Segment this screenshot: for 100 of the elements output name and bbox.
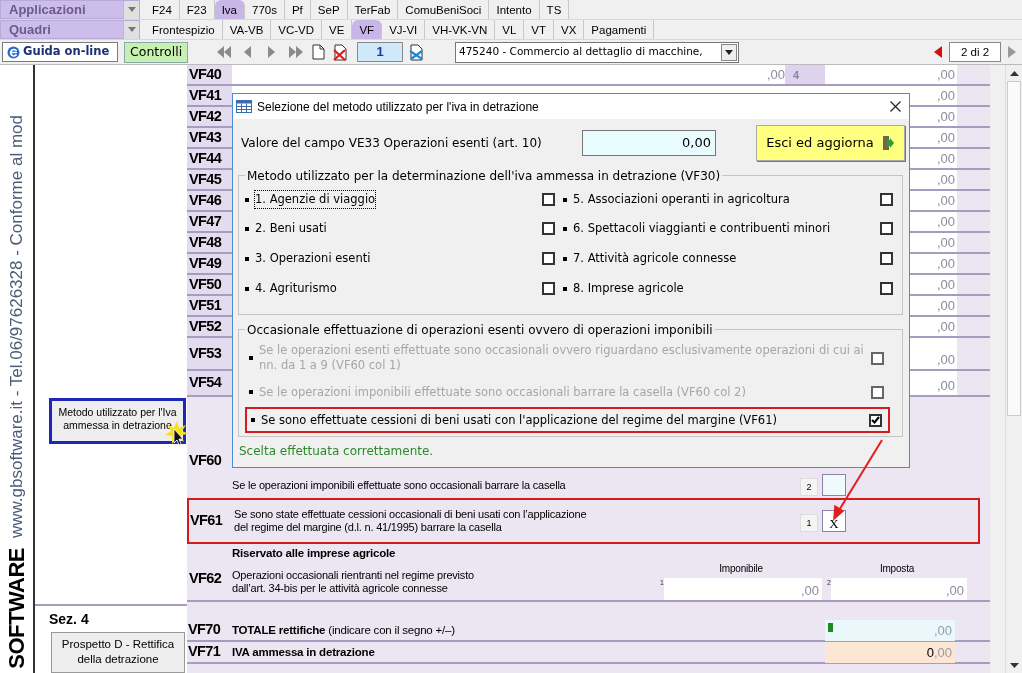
- bullet: [249, 390, 253, 394]
- section-dropdown[interactable]: Quadri: [0, 20, 140, 39]
- tab[interactable]: VC-VD: [271, 20, 323, 39]
- exit-button[interactable]: Esci ed aggiorna: [756, 125, 905, 161]
- field-label: Valore del campo VE33 Operazioni esenti (art. 10): [241, 135, 542, 152]
- row-label: VF70: [187, 620, 222, 640]
- row-description: IVA ammessa in detrazione: [232, 645, 376, 659]
- tab[interactable]: Frontespizio: [145, 20, 223, 39]
- row-label: VF53: [188, 343, 222, 363]
- activity-dropdown[interactable]: 475240 - Commercio al dettaglio di macchine,: [455, 41, 739, 63]
- field-number: 4: [785, 65, 825, 84]
- row-label: VF46: [188, 190, 222, 210]
- scroll-up-icon[interactable]: [1009, 70, 1019, 76]
- checkbox[interactable]: [880, 252, 893, 265]
- row-label: VF43: [188, 127, 222, 147]
- option-label: 5. Associazioni operanti in agricoltura: [573, 190, 791, 208]
- row-label: VF48: [188, 232, 222, 252]
- tab[interactable]: VJ-VI: [382, 20, 426, 39]
- checkbox[interactable]: [880, 193, 893, 206]
- option-label: 1. Agenzie di viaggio: [255, 190, 376, 209]
- tab[interactable]: TS: [539, 0, 570, 19]
- tab[interactable]: Pagamenti: [584, 20, 655, 39]
- ve33-field[interactable]: 0,00: [582, 130, 716, 156]
- row-description: Se sono state effettuate cessioni occasionali di beni usati con l’applicazione del regime del margine (d.l. n. 41/1995) barrare la casella: [234, 508, 588, 534]
- tab[interactable]: VX: [554, 20, 585, 39]
- column-header: Imponibile: [718, 562, 764, 575]
- exit-door-icon: [881, 135, 895, 151]
- option-label: 2. Beni usati: [255, 219, 328, 237]
- page-arrow-icon[interactable]: [409, 43, 425, 61]
- row-label: VF45: [188, 169, 222, 189]
- checkbox[interactable]: [880, 282, 893, 295]
- bullet: [563, 226, 567, 231]
- group-label: Metodo utilizzato per la determinazione dell'iva ammessa in detrazione (VF30): [245, 167, 723, 185]
- website-text: www.gbsoftware.it - Tel.06/97626328 - Conforme al mod: [5, 115, 27, 539]
- row-label: VF47: [188, 211, 222, 231]
- tab[interactable]: VL: [495, 20, 525, 39]
- row-label: VF71: [187, 642, 222, 662]
- row-label: VF42: [188, 106, 222, 126]
- last-page-icon[interactable]: [288, 45, 304, 59]
- checkbox[interactable]: [542, 193, 555, 206]
- first-page-icon[interactable]: [216, 45, 232, 59]
- bullet: [245, 256, 249, 261]
- dropdown-arrow-icon[interactable]: [725, 49, 733, 55]
- tab[interactable]: ComuBeniSoci: [398, 0, 490, 19]
- row-label: VF62: [188, 569, 223, 589]
- checkbox[interactable]: [542, 222, 555, 235]
- section-heading: Riservato alle imprese agricole: [232, 547, 397, 560]
- tab[interactable]: Iva: [214, 0, 245, 19]
- scrollbar[interactable]: [1005, 65, 1022, 673]
- option-label: Se le operazioni esenti effettuate sono occasionali ovvero riguardano esclusivamente operazioni di cui ai nn. da 1 a 9 (VF60 col 1): [259, 343, 865, 373]
- new-page-icon[interactable]: [312, 44, 325, 60]
- field-number: 2: [800, 478, 818, 496]
- tab[interactable]: VF: [352, 20, 383, 39]
- checkbox[interactable]: [542, 252, 555, 265]
- group-label: Occasionale effettuazione di operazioni esenti ovvero di operazioni imponibili: [245, 321, 715, 339]
- decimal-suffix: ,00: [933, 622, 952, 640]
- row-label: VF49: [188, 253, 222, 273]
- method-button[interactable]: Metodo utilizzato per l'Iva ammessa in detrazione: [49, 398, 186, 444]
- bullet: [245, 197, 249, 202]
- column-header: Imposta: [878, 562, 916, 575]
- page-count-field: 2 di 2: [949, 42, 1001, 62]
- tab[interactable]: F24: [145, 0, 180, 19]
- bullet: [249, 356, 253, 360]
- tab[interactable]: 770s: [245, 0, 285, 19]
- check-button[interactable]: Controlli: [124, 41, 188, 63]
- previous-form-icon[interactable]: [933, 45, 943, 59]
- help-button[interactable]: Guida on-line: [2, 42, 118, 62]
- tab[interactable]: TerFab: [347, 0, 399, 19]
- checkbox[interactable]: [869, 413, 882, 427]
- checkbox[interactable]: [880, 222, 893, 235]
- page-number-field[interactable]: 1: [357, 42, 403, 62]
- checkbox[interactable]: [542, 282, 555, 295]
- bullet: [563, 256, 567, 261]
- row-label: VF61: [189, 511, 224, 531]
- scroll-down-icon[interactable]: [1009, 662, 1019, 668]
- row-description: TOTALE rettifiche (indicare con il segno +/–): [232, 623, 456, 637]
- tab[interactable]: VT: [524, 20, 554, 39]
- tab[interactable]: SeP: [310, 0, 348, 19]
- close-icon[interactable]: [890, 101, 901, 112]
- row-label: VF41: [188, 85, 222, 105]
- tab[interactable]: VA-VB: [222, 20, 272, 39]
- option-label: 4. Agriturismo: [255, 279, 338, 297]
- row-label: VF50: [188, 274, 222, 294]
- checkbox-field[interactable]: [822, 474, 846, 496]
- delete-page-icon[interactable]: [333, 43, 349, 61]
- tab[interactable]: F23: [179, 0, 215, 19]
- field-number: 1: [800, 514, 818, 532]
- option-label: 3. Operazioni esenti: [255, 249, 372, 267]
- brand-text: SOFTWARE: [3, 548, 30, 669]
- scroll-thumb[interactable]: [1007, 81, 1021, 416]
- dialog-title: Selezione del metodo utilizzato per l'iva in detrazione: [257, 98, 540, 116]
- tab[interactable]: VH-VK-VN: [425, 20, 496, 39]
- bullet: [563, 197, 567, 202]
- bullet: [245, 286, 249, 291]
- tab[interactable]: Intento: [489, 0, 540, 19]
- row-label: VF44: [188, 148, 222, 168]
- decimal-suffix: ,00: [933, 644, 952, 662]
- option-label: 7. Attività agricole connesse: [573, 249, 738, 267]
- tab[interactable]: Pf: [284, 0, 311, 19]
- prospetto-button[interactable]: Prospetto D - Rettifica della detrazione: [51, 631, 185, 673]
